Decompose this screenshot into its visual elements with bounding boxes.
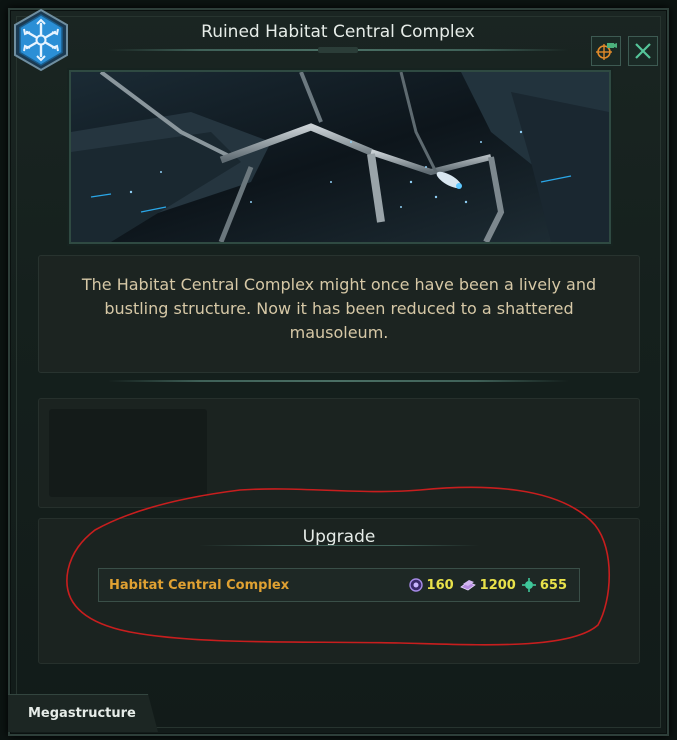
- upgrade-divider: [199, 545, 479, 546]
- upgrade-option-name: Habitat Central Complex: [109, 577, 290, 593]
- close-button[interactable]: [628, 36, 658, 66]
- camera-crosshair-icon: [596, 43, 617, 60]
- section-divider: [108, 380, 568, 382]
- unity-icon: [521, 578, 536, 592]
- cost-unity-value: 655: [539, 577, 567, 593]
- tab-label: Megastructure: [28, 706, 136, 721]
- influence-icon: [408, 578, 423, 592]
- megastructure-image: [69, 70, 611, 244]
- cost-influence-value: 160: [426, 577, 454, 593]
- info-panel: [38, 398, 640, 508]
- cost-alloys: 1200: [459, 577, 516, 593]
- description-panel: The Habitat Central Complex might once h…: [38, 255, 640, 373]
- window-title: Ruined Habitat Central Complex: [201, 22, 475, 42]
- title-divider: [108, 47, 568, 53]
- empty-slot: [49, 409, 207, 497]
- focus-camera-button[interactable]: [591, 36, 621, 66]
- upgrade-option-button[interactable]: Habitat Central Complex 160 1200 655: [98, 568, 580, 602]
- upgrade-heading: Upgrade: [302, 527, 376, 547]
- empire-emblem-icon: [12, 8, 70, 72]
- upgrade-panel: Upgrade Habitat Central Complex 160 1200: [38, 518, 640, 664]
- close-icon: [635, 43, 651, 59]
- alloys-icon: [459, 580, 476, 591]
- cost-alloys-value: 1200: [479, 577, 516, 593]
- cost-unity: 655: [521, 577, 567, 593]
- upgrade-cost: 160 1200 655: [403, 578, 567, 593]
- megastructure-tab: Megastructure: [8, 694, 158, 732]
- cost-influence: 160: [408, 577, 454, 593]
- description-text: The Habitat Central Complex might once h…: [81, 275, 597, 342]
